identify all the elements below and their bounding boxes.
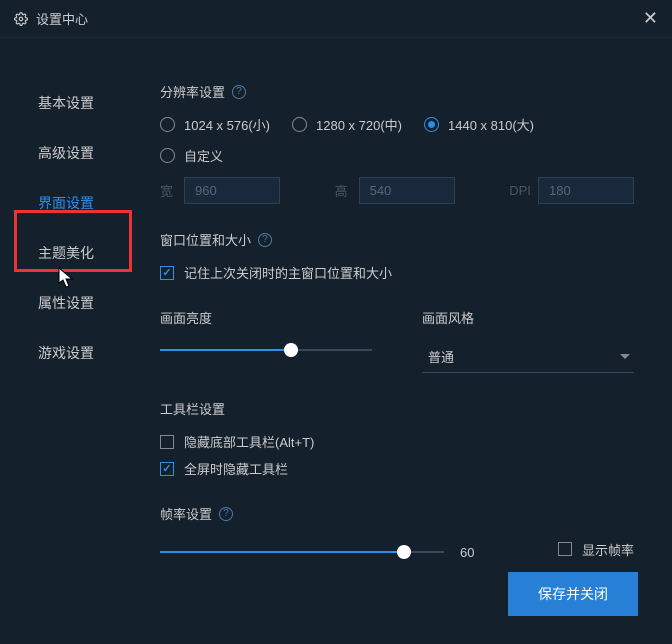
radio-label: 1280 x 720(中) [316, 115, 402, 134]
style-value: 普通 [428, 347, 454, 366]
height-input[interactable] [359, 177, 455, 204]
gear-icon [14, 12, 28, 26]
dpi-label: DPI [509, 183, 528, 198]
checkbox-icon [558, 542, 572, 556]
sidebar-item-advanced[interactable]: 高级设置 [0, 128, 130, 178]
radio-circle-icon [160, 117, 175, 132]
dpi-input[interactable] [538, 177, 634, 204]
checkbox-icon [160, 266, 174, 280]
toolbar-title: 工具栏设置 [160, 399, 225, 418]
checkbox-label: 显示帧率 [582, 540, 634, 559]
checkbox-label: 隐藏底部工具栏(Alt+T) [184, 432, 314, 451]
resolution-title: 分辨率设置 [160, 82, 225, 101]
checkbox-icon [160, 435, 174, 449]
height-label: 高 [335, 181, 349, 200]
sidebar-item-basic[interactable]: 基本设置 [0, 78, 130, 128]
hide-bottom-toolbar-checkbox[interactable]: 隐藏底部工具栏(Alt+T) [160, 432, 634, 451]
radio-label: 1024 x 576(小) [184, 115, 270, 134]
slider-thumb[interactable] [284, 343, 298, 357]
sidebar-item-attributes[interactable]: 属性设置 [0, 278, 130, 328]
help-icon[interactable]: ? [258, 233, 272, 247]
resolution-section: 分辨率设置 ? 1024 x 576(小) 1280 x 720(中) 1440… [160, 82, 634, 204]
fps-value: 60 [460, 545, 488, 560]
checkbox-label: 记住上次关闭时的主窗口位置和大小 [184, 263, 392, 282]
sidebar: 基本设置 高级设置 界面设置 主题美化 属性设置 游戏设置 [0, 38, 130, 644]
radio-label: 自定义 [184, 146, 223, 165]
radio-circle-icon [424, 117, 439, 132]
hide-fullscreen-toolbar-checkbox[interactable]: 全屏时隐藏工具栏 [160, 459, 634, 478]
sidebar-item-game[interactable]: 游戏设置 [0, 328, 130, 378]
width-input[interactable] [184, 177, 280, 204]
close-icon[interactable]: ✕ [643, 8, 658, 29]
width-label: 宽 [160, 181, 174, 200]
window-pos-title: 窗口位置和大小 [160, 230, 251, 249]
titlebar: 设置中心 ✕ [0, 0, 672, 38]
sidebar-item-theme[interactable]: 主题美化 [0, 228, 130, 278]
radio-1440[interactable]: 1440 x 810(大) [424, 115, 534, 134]
help-icon[interactable]: ? [219, 507, 233, 521]
remember-window-checkbox[interactable]: 记住上次关闭时的主窗口位置和大小 [160, 263, 634, 282]
brightness-section: 画面亮度 [160, 308, 372, 373]
toolbar-section: 工具栏设置 隐藏底部工具栏(Alt+T) 全屏时隐藏工具栏 [160, 399, 634, 478]
radio-1280[interactable]: 1280 x 720(中) [292, 115, 402, 134]
fps-section: 帧率设置 ? 60 显示帧率 [160, 504, 634, 561]
main-panel: 分辨率设置 ? 1024 x 576(小) 1280 x 720(中) 1440… [130, 38, 672, 644]
save-close-button[interactable]: 保存并关闭 [508, 572, 638, 616]
radio-label: 1440 x 810(大) [448, 115, 534, 134]
radio-circle-icon [292, 117, 307, 132]
sidebar-item-interface[interactable]: 界面设置 [0, 178, 130, 228]
window-pos-section: 窗口位置和大小 ? 记住上次关闭时的主窗口位置和大小 [160, 230, 634, 282]
style-select[interactable]: 普通 [422, 341, 634, 373]
help-icon[interactable]: ? [232, 85, 246, 99]
slider-thumb[interactable] [397, 545, 411, 559]
checkbox-label: 全屏时隐藏工具栏 [184, 459, 288, 478]
checkbox-icon [160, 462, 174, 476]
radio-custom[interactable]: 自定义 [160, 146, 223, 165]
brightness-slider[interactable] [160, 341, 372, 359]
radio-1024[interactable]: 1024 x 576(小) [160, 115, 270, 134]
fps-slider[interactable]: 60 [160, 543, 488, 561]
brightness-title: 画面亮度 [160, 308, 212, 327]
fps-title: 帧率设置 [160, 504, 212, 523]
chevron-down-icon [620, 354, 630, 359]
style-section: 画面风格 普通 [422, 308, 634, 373]
style-title: 画面风格 [422, 308, 474, 327]
window-title: 设置中心 [36, 9, 88, 28]
radio-circle-icon [160, 148, 175, 163]
show-fps-checkbox[interactable]: 显示帧率 [558, 540, 634, 559]
